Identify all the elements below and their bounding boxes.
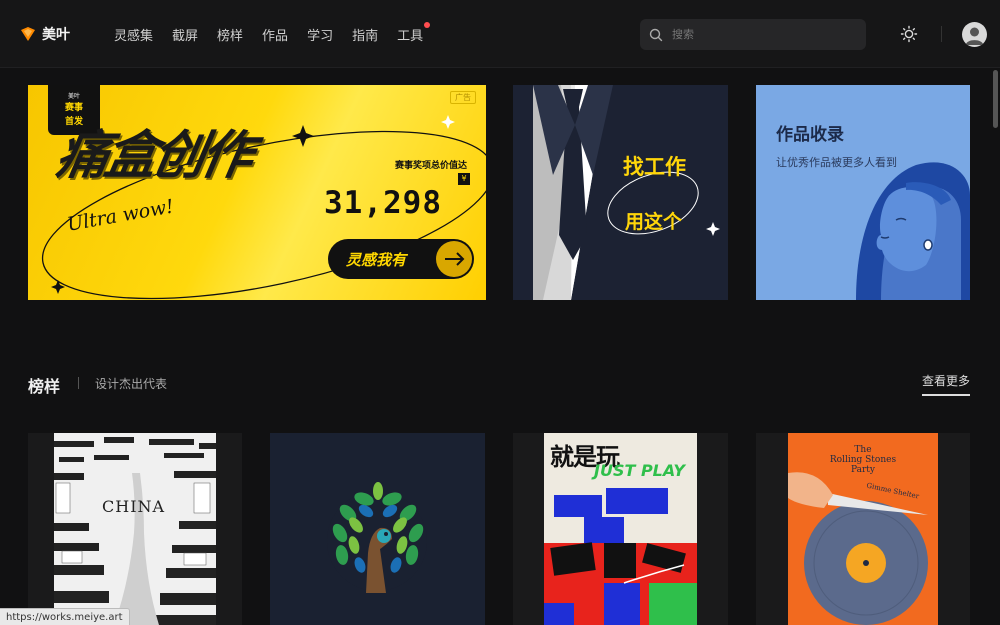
portrait-illustration xyxy=(856,162,970,300)
showcase-card-tree[interactable] xyxy=(270,433,485,625)
vinyl-record-illustration xyxy=(788,472,928,625)
prize-amount: 31,298 xyxy=(324,185,442,221)
job-line-2: 用这个 xyxy=(625,211,683,233)
notification-dot xyxy=(424,22,431,28)
poster-just-play: 就是玩 JUST PLAY xyxy=(544,433,697,625)
brand-name: 美叶 xyxy=(42,27,70,43)
banner-works[interactable]: 作品收录 让优秀作品被更多人看到 xyxy=(756,85,970,300)
cta-button[interactable]: 灵感我有 xyxy=(328,239,474,279)
nav-item-works[interactable]: 作品 xyxy=(262,25,288,44)
nav-item-screenshots[interactable]: 截屏 xyxy=(172,25,198,44)
leaf-logo-icon xyxy=(21,27,35,41)
nav-item-role-models[interactable]: 榜样 xyxy=(217,25,243,44)
cta-label: 灵感我有 xyxy=(346,251,407,269)
tree-logo-illustration xyxy=(327,482,427,593)
suit-illustration xyxy=(533,85,720,300)
page-scrollbar[interactable] xyxy=(993,70,998,128)
poster-china: CHINA xyxy=(54,433,216,625)
showcase-card-rolling-stones[interactable]: The Rolling Stones Party Gimme Shelter xyxy=(756,433,970,625)
prize-label: 赛事奖项总价值达 xyxy=(395,161,468,171)
currency-symbol: ¥ xyxy=(458,173,470,185)
just-play-graphic xyxy=(544,488,697,625)
badge-brand: 美叶 xyxy=(67,93,80,100)
works-title: 作品收录 xyxy=(776,125,844,145)
arrow-right-icon xyxy=(436,241,472,277)
village-illustration xyxy=(54,437,216,625)
poster-china-text: CHINA xyxy=(102,497,166,516)
job-line-1: 找工作 xyxy=(623,155,686,179)
nav-item-inspiration[interactable]: 灵感集 xyxy=(114,25,153,44)
top-navigation-bar: 美叶 灵感集 截屏 榜样 作品 学习 指南 工具 xyxy=(0,0,1000,68)
showcase-card-china[interactable]: CHINA xyxy=(28,433,242,625)
brand-logo[interactable]: 美叶 xyxy=(20,24,70,44)
search-input[interactable] xyxy=(672,28,842,41)
main-nav: 灵感集 截屏 榜样 作品 学习 指南 工具 xyxy=(114,22,442,44)
nav-item-tools-label: 工具 xyxy=(397,29,424,44)
sun-icon[interactable] xyxy=(900,25,918,43)
ad-tag: 广告 xyxy=(450,91,476,104)
showcase-card-just-play[interactable]: 就是玩 JUST PLAY xyxy=(513,433,728,625)
section-title: 榜样 xyxy=(28,377,61,396)
nav-item-tools[interactable]: 工具 xyxy=(397,22,431,44)
nav-item-learn[interactable]: 学习 xyxy=(307,25,333,44)
poster-rolling-stones: The Rolling Stones Party Gimme Shelter xyxy=(788,433,938,625)
banner-competition[interactable]: 美叶 赛事 首发 广告 痛盒创作 Ultra wow! 赛事奖项总价值达 ¥ 3… xyxy=(28,85,486,300)
works-subtitle: 让优秀作品被更多人看到 xyxy=(776,156,897,169)
script-title-text: 痛盒创作 xyxy=(51,126,255,186)
avatar[interactable] xyxy=(962,22,987,47)
view-more-link[interactable]: 查看更多 xyxy=(922,372,971,396)
search-box[interactable] xyxy=(640,19,866,50)
section-subtitle: 设计杰出代表 xyxy=(95,377,168,391)
nav-item-guide[interactable]: 指南 xyxy=(352,25,378,44)
banner-job[interactable]: 找工作 用这个 xyxy=(513,85,728,300)
header-divider xyxy=(941,26,942,42)
search-icon xyxy=(649,28,663,41)
banner-script-title: 痛盒创作 Ultra wow! xyxy=(52,113,255,236)
status-bar-url: https://works.meiye.art xyxy=(0,608,130,625)
user-icon xyxy=(965,27,984,45)
section-divider xyxy=(78,377,79,389)
